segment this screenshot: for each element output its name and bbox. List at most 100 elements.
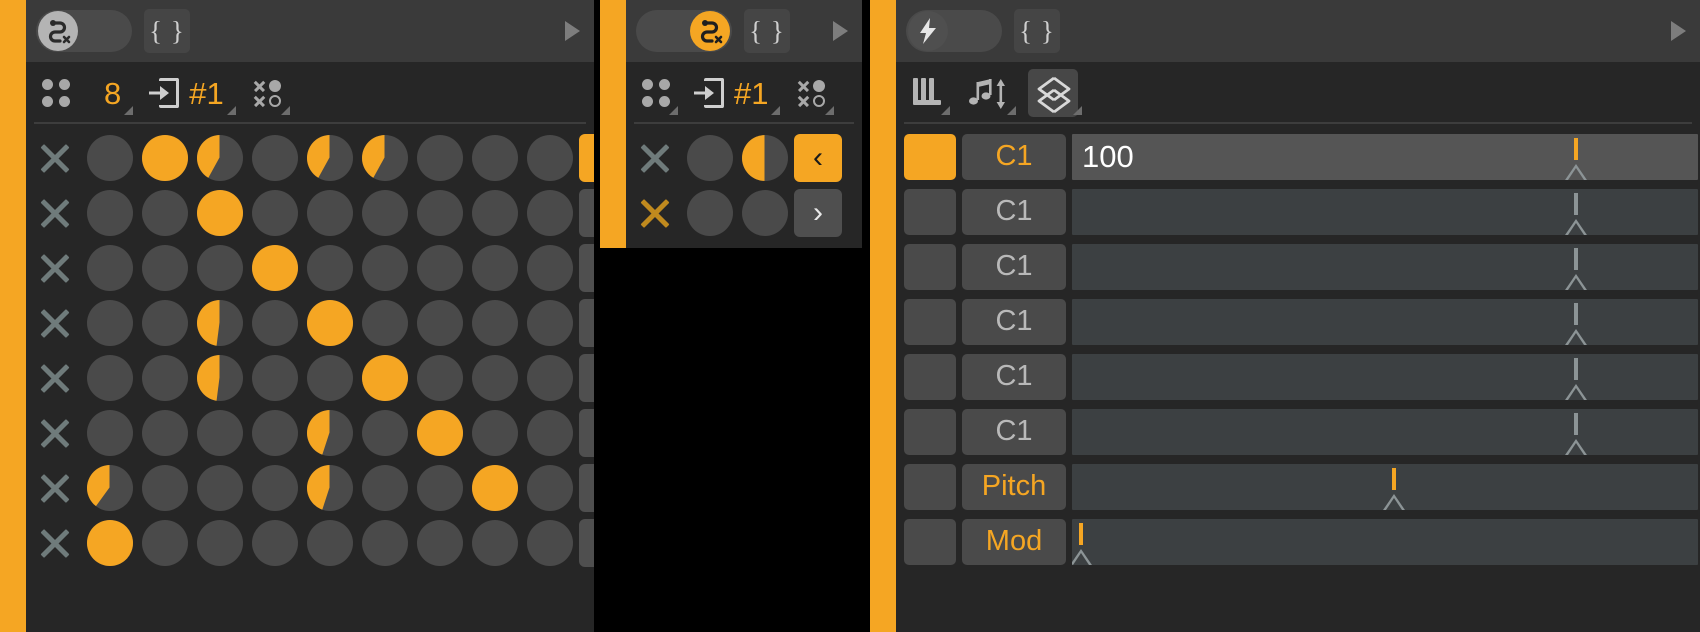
- row-next-button[interactable]: ›: [579, 298, 594, 347]
- step-cell[interactable]: [412, 299, 467, 346]
- row-clear-button[interactable]: [26, 361, 82, 395]
- row-next-button[interactable]: ›: [579, 518, 594, 567]
- step-cell[interactable]: [247, 299, 302, 346]
- row-prev-button[interactable]: ‹: [579, 133, 594, 182]
- left-brace-button[interactable]: { }: [144, 9, 190, 53]
- step-cell[interactable]: [137, 464, 192, 511]
- step-cell[interactable]: [302, 464, 357, 511]
- step-cell[interactable]: [247, 189, 302, 236]
- pattern-select-field[interactable]: #1: [690, 69, 781, 117]
- lane-label[interactable]: Pitch: [962, 463, 1066, 510]
- step-cell[interactable]: [357, 519, 412, 566]
- row-prev-button[interactable]: ‹: [794, 133, 842, 182]
- step-cell[interactable]: [192, 464, 247, 511]
- lane-slider-handle[interactable]: [1562, 299, 1589, 345]
- lane-enable-toggle[interactable]: [904, 463, 956, 510]
- middle-snake-toggle[interactable]: [636, 10, 732, 52]
- step-cell[interactable]: [412, 189, 467, 236]
- step-cell[interactable]: [302, 299, 357, 346]
- step-cell[interactable]: [192, 189, 247, 236]
- step-cell[interactable]: [247, 354, 302, 401]
- step-cell[interactable]: [357, 354, 412, 401]
- row-next-button[interactable]: ›: [579, 243, 594, 292]
- row-clear-button[interactable]: [26, 196, 82, 230]
- step-cell[interactable]: [737, 189, 792, 236]
- lane-slider-track[interactable]: [1072, 188, 1698, 235]
- step-cell[interactable]: [357, 299, 412, 346]
- lane-slider-track[interactable]: 100: [1072, 133, 1698, 180]
- lane-slider-track[interactable]: [1072, 243, 1698, 290]
- lane-label[interactable]: C1: [962, 298, 1066, 345]
- lane-enable-toggle[interactable]: [904, 408, 956, 455]
- step-cell[interactable]: [82, 354, 137, 401]
- step-cell[interactable]: [522, 189, 577, 236]
- randomize-button[interactable]: [792, 69, 835, 117]
- step-cell[interactable]: [412, 134, 467, 181]
- play-triangle-icon[interactable]: [565, 21, 580, 41]
- step-cell[interactable]: [192, 299, 247, 346]
- step-cell[interactable]: [302, 354, 357, 401]
- row-next-button[interactable]: ›: [579, 353, 594, 402]
- lane-slider-track[interactable]: [1072, 353, 1698, 400]
- keys-view-button[interactable]: [908, 69, 950, 117]
- lane-slider-track[interactable]: [1072, 463, 1698, 510]
- step-cell[interactable]: [412, 519, 467, 566]
- step-cell[interactable]: [357, 134, 412, 181]
- step-cell[interactable]: [247, 134, 302, 181]
- step-cell[interactable]: [82, 244, 137, 291]
- lane-slider-track[interactable]: [1072, 408, 1698, 455]
- grid-mode-button[interactable]: [38, 69, 74, 117]
- play-triangle-icon[interactable]: [833, 21, 848, 41]
- step-cell[interactable]: [357, 189, 412, 236]
- step-cell[interactable]: [247, 244, 302, 291]
- lane-label[interactable]: C1: [962, 408, 1066, 455]
- step-cell[interactable]: [357, 244, 412, 291]
- step-cell[interactable]: [522, 409, 577, 456]
- step-cell[interactable]: [82, 189, 137, 236]
- step-cell[interactable]: [467, 354, 522, 401]
- row-next-button[interactable]: ›: [579, 408, 594, 457]
- step-cell[interactable]: [412, 409, 467, 456]
- step-cell[interactable]: [82, 464, 137, 511]
- step-cell[interactable]: [467, 189, 522, 236]
- right-brace-button[interactable]: { }: [1014, 9, 1060, 53]
- row-clear-button[interactable]: [626, 196, 682, 230]
- lane-slider-handle[interactable]: [1381, 464, 1408, 510]
- step-cell[interactable]: [412, 244, 467, 291]
- step-cell[interactable]: [82, 409, 137, 456]
- lane-enable-toggle[interactable]: [904, 298, 956, 345]
- step-cell[interactable]: [137, 134, 192, 181]
- row-clear-button[interactable]: [26, 471, 82, 505]
- step-cell[interactable]: [192, 519, 247, 566]
- lane-slider-track[interactable]: [1072, 298, 1698, 345]
- step-cell[interactable]: [137, 409, 192, 456]
- step-cell[interactable]: [522, 299, 577, 346]
- lane-slider-handle[interactable]: [1562, 354, 1589, 400]
- lane-enable-toggle[interactable]: [904, 133, 956, 180]
- step-cell[interactable]: [192, 134, 247, 181]
- lane-slider-handle[interactable]: [1562, 244, 1589, 290]
- step-cell[interactable]: [682, 189, 737, 236]
- row-clear-button[interactable]: [26, 306, 82, 340]
- step-cell[interactable]: [467, 299, 522, 346]
- step-cell[interactable]: [412, 354, 467, 401]
- lane-slider-handle[interactable]: [1072, 519, 1095, 565]
- lane-slider-handle[interactable]: [1562, 409, 1589, 455]
- step-cell[interactable]: [522, 134, 577, 181]
- lane-label[interactable]: C1: [962, 353, 1066, 400]
- step-cell[interactable]: [247, 519, 302, 566]
- velocity-range-button[interactable]: [1028, 69, 1082, 117]
- lane-enable-toggle[interactable]: [904, 243, 956, 290]
- middle-brace-button[interactable]: { }: [744, 9, 790, 53]
- left-snake-toggle[interactable]: [36, 10, 132, 52]
- lane-slider-track[interactable]: [1072, 518, 1698, 565]
- lane-slider-handle[interactable]: [1562, 134, 1589, 180]
- step-cell[interactable]: [82, 134, 137, 181]
- step-cell[interactable]: [192, 409, 247, 456]
- step-cell[interactable]: [302, 409, 357, 456]
- step-cell[interactable]: [467, 134, 522, 181]
- row-clear-button[interactable]: [626, 141, 682, 175]
- row-clear-button[interactable]: [26, 526, 82, 560]
- row-next-button[interactable]: ›: [579, 463, 594, 512]
- step-cell[interactable]: [82, 299, 137, 346]
